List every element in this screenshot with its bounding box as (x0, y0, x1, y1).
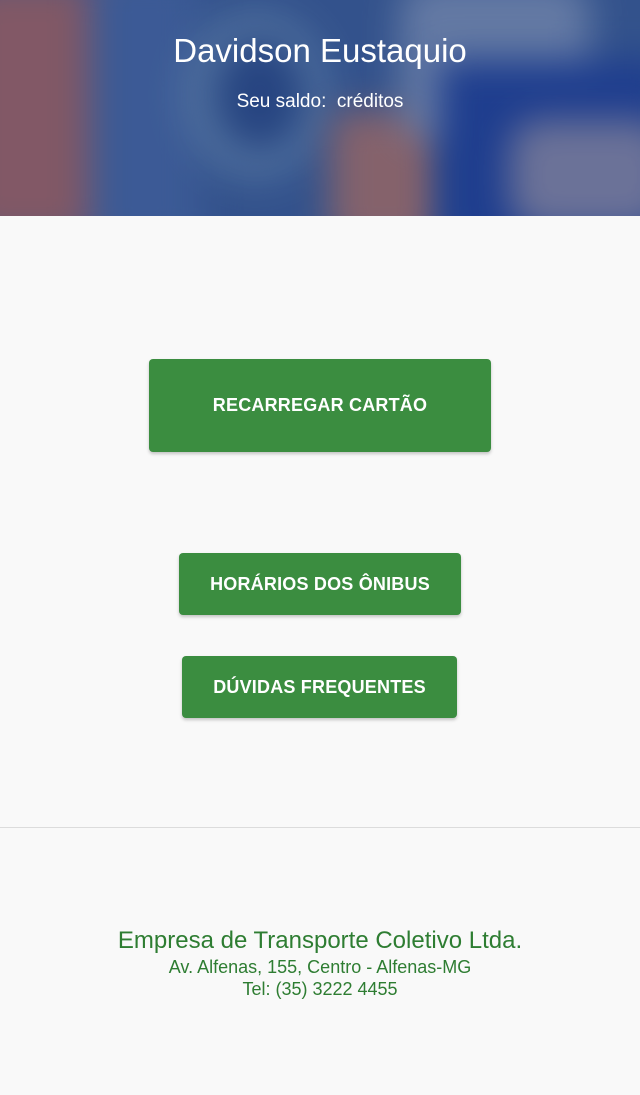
company-phone: Tel: (35) 3222 4455 (242, 979, 398, 999)
footer-divider (0, 827, 640, 828)
profile-header: Davidson Eustaquio Seu saldo: créditos (0, 0, 640, 216)
company-info: Empresa de Transporte Coletivo Ltda. Av.… (0, 926, 640, 1000)
faq-button[interactable]: DÚVIDAS FREQUENTES (182, 656, 457, 718)
recharge-card-button[interactable]: RECARREGAR CARTÃO (149, 359, 491, 452)
company-name: Empresa de Transporte Coletivo Ltda. (117, 927, 523, 954)
bus-schedule-button[interactable]: HORÁRIOS DOS ÔNIBUS (179, 553, 461, 615)
balance-text: Seu saldo: créditos (236, 91, 404, 112)
user-name: Davidson Eustaquio (173, 32, 467, 69)
company-address: Av. Alfenas, 155, Centro - Alfenas-MG (168, 957, 472, 977)
